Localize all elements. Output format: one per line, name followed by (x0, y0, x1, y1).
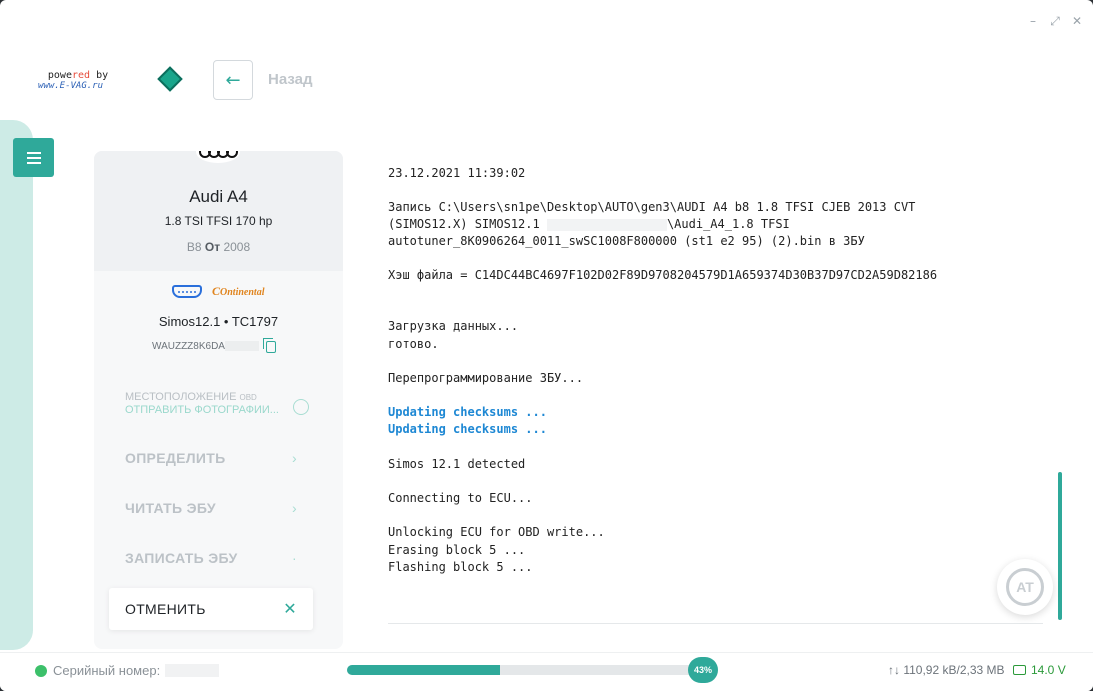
log-line: Flashing block 5 ... (388, 560, 533, 574)
menu-icon (26, 151, 41, 154)
log-line: Simos 12.1 detected (388, 457, 526, 471)
voltage-readout: 14.0 V (1013, 663, 1066, 677)
obd-connector-icon (172, 285, 202, 298)
car-generation: B8 От 2008 (186, 240, 251, 254)
copy-icon[interactable] (263, 338, 276, 353)
vehicle-card: Audi A4 1.8 TSI TFSI 170 hp B8 От 2008 C… (94, 151, 343, 649)
window-controls: – ⤢ ✕ (1027, 14, 1083, 29)
app-window: – ⤢ ✕ powered by www.E-VAG.ru ← Назад Au… (0, 0, 1093, 691)
progress-fill (347, 665, 500, 675)
back-button[interactable]: ← (213, 60, 253, 100)
send-photos-link[interactable]: ОТПРАВИТЬ ФОТОГРАФИИ... (125, 404, 315, 416)
sidebar-strip (0, 120, 33, 650)
serial-redacted (165, 664, 219, 677)
divider (388, 623, 1043, 624)
battery-icon (1013, 665, 1026, 675)
redacted-text (546, 218, 667, 231)
chevron-right-icon: › (292, 500, 297, 516)
continental-logo: COntinental (212, 284, 265, 298)
cancel-button[interactable]: ОТМЕНИТЬ ✕ (109, 588, 313, 630)
log-line: autotuner_8K0906264_0011_swSC1008F800000… (388, 234, 865, 248)
hamburger-menu-button[interactable] (13, 138, 54, 177)
log-line: Connecting to ECU... (388, 491, 533, 505)
arrow-left-icon: ← (225, 69, 241, 91)
progress-percent: 43% (688, 657, 718, 683)
log-output[interactable]: 23.12.2021 11:39:02 Запись C:\Users\sn1p… (388, 125, 1043, 625)
vin-redacted (224, 341, 259, 352)
close-button[interactable]: ✕ (1071, 14, 1083, 29)
log-line: Загрузка данных... (388, 319, 519, 333)
location-block[interactable]: МЕСТОПОЛОЖЕНИЕ OBD ОТПРАВИТЬ ФОТОГРАФИИ.… (125, 391, 315, 416)
connection-status-icon (35, 665, 47, 677)
vin: WAUZZZ8K6DA (152, 341, 259, 352)
write-ecu-button[interactable]: ЗАПИСАТЬ ЭБУ · (109, 537, 313, 579)
chevron-right-icon: › (292, 450, 297, 466)
maximize-button[interactable]: ⤢ (1049, 14, 1061, 29)
car-model: Audi A4 (189, 187, 248, 206)
log-line: (SIMOS12.X) SIMOS12.1 \Audi_A4_1.8 TFSI (388, 217, 790, 231)
log-line: Unlocking ECU for OBD write... (388, 525, 605, 539)
log-line: Updating checksums ... (388, 422, 547, 436)
log-line: Перепрограммирование ЗБУ... (388, 371, 584, 385)
back-label[interactable]: Назад (268, 71, 312, 88)
traffic-readout: ↑↓ 110,92 kB/2,33 MB (888, 663, 1005, 677)
log-line: Updating checksums ... (388, 405, 547, 419)
chevron-right-icon: · (292, 550, 297, 566)
autotuner-logo-icon: AT (1006, 568, 1044, 606)
log-line: 23.12.2021 11:39:02 (388, 166, 526, 180)
log-line: Erasing block 5 ... (388, 543, 526, 557)
log-line: Хэш файла = C14DC44BC4697F102D02F89D9708… (388, 268, 938, 282)
status-bar: Серийный номер: 43% ↑↓ 110,92 kB/2,33 MB… (0, 652, 1093, 691)
identify-button[interactable]: ОПРЕДЕЛИТЬ › (109, 437, 313, 479)
serial-label: Серийный номер: (53, 663, 161, 678)
log-line: Запись C:\Users\sn1pe\Desktop\AUTO\gen3\… (388, 200, 916, 214)
log-line: готово. (388, 337, 439, 351)
ecu-name: Simos12.1 • TC1797 (158, 314, 279, 329)
whatsapp-icon[interactable] (293, 399, 309, 415)
close-icon: ✕ (283, 601, 297, 618)
powered-by-logo[interactable]: powered by www.E-VAG.ru (38, 70, 118, 91)
read-ecu-button[interactable]: ЧИТАТЬ ЭБУ › (109, 487, 313, 529)
minimize-button[interactable]: – (1027, 14, 1039, 29)
ecu-icons: COntinental (172, 284, 264, 299)
autotuner-badge[interactable]: AT (997, 559, 1053, 615)
scrollbar-thumb[interactable] (1058, 472, 1062, 620)
car-engine: 1.8 TSI TFSI 170 hp (164, 214, 273, 228)
progress-bar (347, 665, 702, 675)
evag-logo-icon (157, 66, 183, 92)
